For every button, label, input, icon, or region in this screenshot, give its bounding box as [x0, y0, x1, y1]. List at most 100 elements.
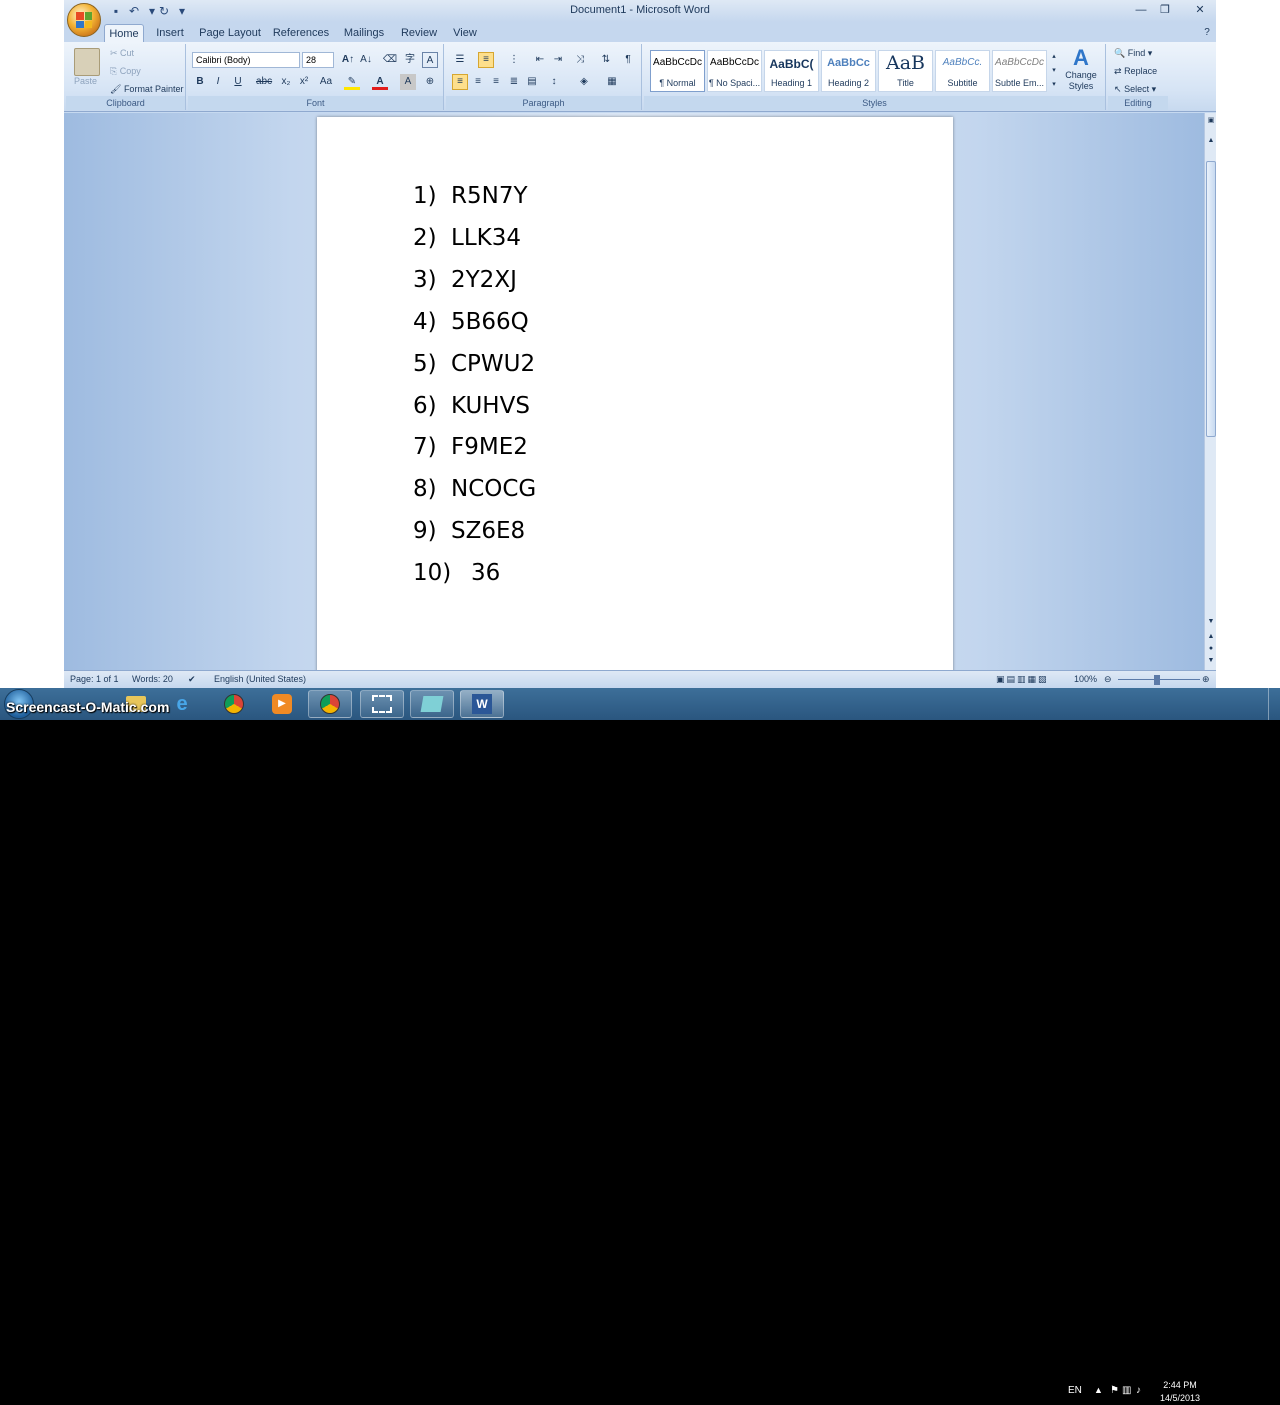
select-label: Select	[1124, 84, 1150, 94]
zoom-level[interactable]: 100%	[1074, 674, 1097, 684]
paste-icon[interactable]	[74, 48, 100, 76]
proofing-icon[interactable]: ✔	[188, 674, 196, 685]
tab-home[interactable]: Home	[104, 24, 144, 42]
minimize-button[interactable]: —	[1130, 2, 1152, 18]
numbering-icon[interactable]: ≡	[478, 52, 494, 68]
language-status[interactable]: English (United States)	[214, 674, 306, 684]
line-spacing-icon[interactable]: ↕	[546, 74, 562, 90]
show-formatting-marks-icon[interactable]: ¶	[620, 52, 636, 68]
media-player-taskbar-icon[interactable]: ▶	[260, 690, 304, 718]
paste-button[interactable]: Paste	[74, 74, 97, 88]
word-count[interactable]: Words: 20	[132, 674, 173, 684]
format-painter-button[interactable]: 🖌 Format Painter	[110, 82, 183, 96]
text-direction-icon[interactable]: ⤨	[572, 52, 588, 68]
style-tile-no-spacing[interactable]: AaBbCcDc ¶ No Spaci...	[707, 50, 762, 92]
align-right-icon[interactable]: ≡	[488, 74, 504, 90]
zoom-out-icon[interactable]: ⊖	[1104, 674, 1112, 685]
ruler-toggle-icon[interactable]: ▣	[1205, 115, 1216, 127]
replace-button[interactable]: ⇄ Replace	[1114, 64, 1157, 78]
character-shading-icon[interactable]: A	[400, 74, 416, 90]
font-color-icon[interactable]: A	[372, 74, 388, 90]
style-tile-subtitle[interactable]: AaBbCc. Subtitle	[935, 50, 990, 92]
tab-insert[interactable]: Insert	[150, 24, 190, 42]
highlight-icon[interactable]: ✎	[344, 74, 360, 90]
style-tile-title[interactable]: AaB Title	[878, 50, 933, 92]
increase-indent-icon[interactable]: ⇥	[550, 52, 566, 68]
align-center-icon[interactable]: ≡	[470, 74, 486, 90]
style-tile-subtle-emphasis[interactable]: AaBbCcDc Subtle Em...	[992, 50, 1047, 92]
phonetic-guide-icon[interactable]: 字	[402, 52, 418, 68]
word-taskbar-icon[interactable]: W	[460, 690, 504, 718]
tab-references[interactable]: References	[270, 24, 332, 42]
shrink-font-icon[interactable]: A↓	[358, 52, 374, 68]
help-icon[interactable]: ?	[1200, 24, 1214, 42]
page-count[interactable]: Page: 1 of 1	[70, 674, 119, 684]
view-buttons[interactable]: ▣▤▥▦▧	[996, 674, 1049, 685]
sort-icon[interactable]: ⇅	[598, 52, 614, 68]
bold-button[interactable]: B	[192, 74, 208, 90]
zoom-in-icon[interactable]: ⊕	[1202, 674, 1210, 685]
scroll-down-icon[interactable]: ▼	[1205, 616, 1216, 628]
style-tile-heading-1[interactable]: AaBbC( Heading 1	[764, 50, 819, 92]
screencast-taskbar-icon[interactable]	[410, 690, 454, 718]
list-item-number: 8)	[413, 476, 437, 503]
format-painter-label: Format Painter	[123, 84, 184, 94]
tab-page-layout[interactable]: Page Layout	[198, 24, 262, 42]
document-page[interactable]: 1) R5N7Y 2) LLK34 3) 2Y2XJ 4) 5B66Q 5) CPWU2 6) KUH…	[317, 117, 953, 670]
decrease-indent-icon[interactable]: ⇤	[532, 52, 548, 68]
tab-mailings[interactable]: Mailings	[340, 24, 388, 42]
font-name-input[interactable]: Calibri (Body)	[192, 52, 300, 68]
font-size-input[interactable]: 28	[302, 52, 334, 68]
volume-icon[interactable]: ♪	[1136, 1385, 1141, 1396]
clock[interactable]: 2:44 PM 14/5/2013	[1150, 1379, 1210, 1405]
underline-button[interactable]: U	[230, 74, 246, 90]
select-button[interactable]: ↖ Select ▾	[1114, 82, 1156, 96]
chrome-window-taskbar-icon[interactable]	[308, 690, 352, 718]
tab-review[interactable]: Review	[398, 24, 440, 42]
shading-icon[interactable]: ◈	[576, 74, 592, 90]
italic-button[interactable]: I	[210, 74, 226, 90]
zoom-slider-thumb[interactable]	[1154, 675, 1160, 685]
input-language[interactable]: EN	[1068, 1385, 1082, 1396]
style-tile-normal[interactable]: AaBbCcDc ¶ Normal	[650, 50, 705, 92]
strikethrough-icon[interactable]: abc	[256, 74, 272, 90]
style-tile-heading-2[interactable]: AaBbCc Heading 2	[821, 50, 876, 92]
multilevel-list-icon[interactable]: ⋮	[506, 52, 522, 68]
style-preview: AaBbCcDc	[653, 57, 702, 68]
styles-scroll-icon[interactable]: ▴ ▾ ▾	[1050, 50, 1058, 92]
subscript-icon[interactable]: x₂	[278, 74, 294, 90]
action-center-icon[interactable]: ⚑	[1110, 1385, 1119, 1396]
grow-font-icon[interactable]: A↑	[340, 52, 356, 68]
restore-button[interactable]: ❐	[1154, 2, 1176, 18]
vertical-scrollbar[interactable]: ▣ ▲ ▼ ▲ ● ▼	[1204, 113, 1216, 670]
superscript-icon[interactable]: x²	[296, 74, 312, 90]
chrome-taskbar-icon[interactable]	[212, 690, 256, 718]
office-button[interactable]	[67, 3, 101, 37]
cut-button[interactable]: ✂ Cut	[110, 46, 134, 60]
scroll-up-icon[interactable]: ▲	[1205, 135, 1216, 147]
change-case-button[interactable]: Aa	[318, 74, 334, 90]
title-bar: ▪ ↶ ▾ ↻ ▾ Document1 - Microsoft Word — ❐…	[64, 0, 1216, 22]
browse-object-icon[interactable]: ●	[1205, 643, 1216, 655]
justify-icon[interactable]: ≣	[506, 74, 522, 90]
borders-icon[interactable]: ▦	[604, 74, 620, 90]
network-icon[interactable]: ▥	[1122, 1385, 1131, 1396]
distributed-icon[interactable]: ▤	[524, 74, 540, 90]
bullets-icon[interactable]: ☰	[452, 52, 468, 68]
find-button[interactable]: 🔍 Find ▾	[1114, 46, 1152, 60]
next-page-icon[interactable]: ▼	[1205, 655, 1216, 667]
change-styles-button[interactable]: A Change Styles	[1060, 46, 1102, 92]
show-hidden-icons-icon[interactable]: ▲	[1094, 1385, 1103, 1395]
character-border-icon[interactable]: A	[422, 52, 438, 68]
scrollbar-thumb[interactable]	[1206, 161, 1216, 437]
show-desktop-button[interactable]	[1268, 688, 1280, 720]
align-left-icon[interactable]: ≡	[452, 74, 468, 90]
copy-button[interactable]: ⎘ Copy	[110, 64, 141, 78]
snipping-tool-taskbar-icon[interactable]	[360, 690, 404, 718]
close-button[interactable]: ✕	[1186, 2, 1214, 18]
clear-formatting-icon[interactable]: ⌫	[382, 52, 398, 68]
enclose-characters-icon[interactable]: ⊕	[422, 74, 438, 90]
style-preview: AaBbCc.	[942, 57, 983, 68]
tab-view[interactable]: View	[448, 24, 482, 42]
previous-page-icon[interactable]: ▲	[1205, 631, 1216, 643]
